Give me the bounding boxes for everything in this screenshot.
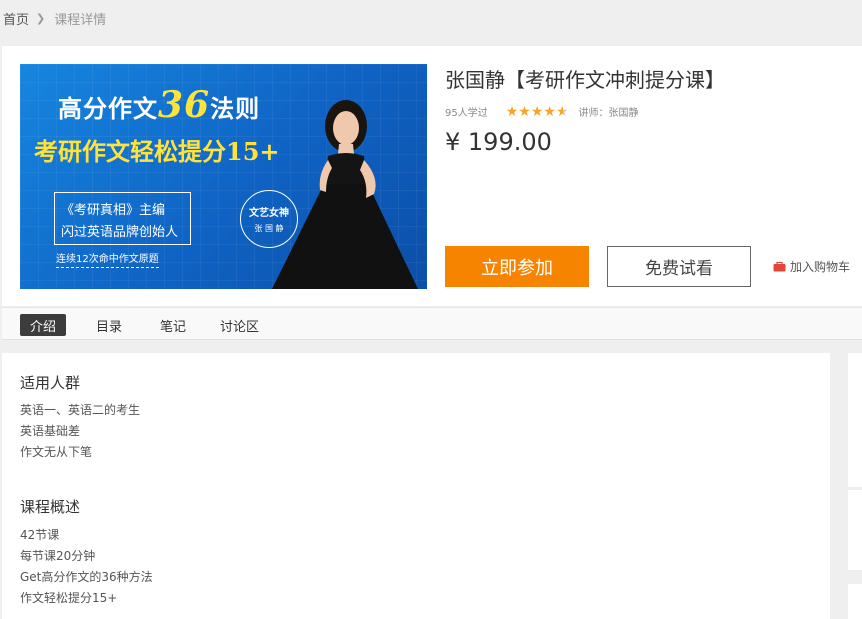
audience-item: 作文无从下笔 bbox=[20, 445, 93, 459]
free-trial-button[interactable]: 免费试看 bbox=[607, 246, 751, 287]
overview-item: Get高分作文的36种方法 bbox=[20, 570, 153, 584]
star-icon: ★ bbox=[543, 103, 556, 120]
chevron-right-icon: ❯ bbox=[36, 12, 46, 25]
cover-tagline: 连续12次命中作文原题 bbox=[56, 250, 159, 268]
cover-headline-number: 36 bbox=[158, 84, 211, 126]
breadcrumb-home-link[interactable]: 首页 bbox=[3, 9, 29, 28]
overview-item: 42节课 bbox=[20, 528, 60, 542]
course-cover-image[interactable]: 高分作文36法则 考研作文轻松提分15+ 《考研真相》主编 闪过英语品牌创始人 … bbox=[20, 64, 427, 289]
teacher-name: 讲师：张国静 bbox=[578, 108, 639, 119]
cover-box-line1: 《考研真相》主编 bbox=[61, 203, 166, 218]
sidebar-panel bbox=[848, 353, 862, 487]
course-price: ¥ 199.00 bbox=[445, 128, 552, 156]
sidebar-panel bbox=[848, 490, 862, 570]
tab-notes[interactable]: 笔记 bbox=[150, 314, 196, 336]
audience-item: 英语基础差 bbox=[20, 424, 81, 438]
cover-box-line2: 闪过英语品牌创始人 bbox=[61, 225, 179, 240]
overview-item: 每节课20分钟 bbox=[20, 549, 96, 563]
star-icon: ★ bbox=[518, 103, 531, 120]
overview-item: 作文轻松提分15+ bbox=[20, 591, 118, 605]
join-now-button[interactable]: 立即参加 bbox=[445, 246, 589, 287]
sidebar-panel bbox=[848, 584, 862, 619]
course-title: 张国静【考研作文冲刺提分课】 bbox=[445, 68, 725, 92]
star-icon: ★ bbox=[505, 103, 519, 120]
add-to-cart-label: 加入购物车 bbox=[790, 260, 851, 274]
cover-subheadline: 考研作文轻松提分15+ bbox=[34, 137, 280, 166]
tab-discussion[interactable]: 讨论区 bbox=[210, 314, 269, 336]
learner-count: 95人学过 bbox=[445, 108, 488, 119]
tab-catalog[interactable]: 目录 bbox=[86, 314, 132, 336]
overview-section-title: 课程概述 bbox=[20, 498, 81, 516]
instructor-photo bbox=[272, 100, 418, 289]
breadcrumb-current: 课程详情 bbox=[54, 13, 107, 28]
star-half-icon: ★ bbox=[555, 103, 569, 120]
tab-intro[interactable]: 介绍 bbox=[20, 314, 67, 336]
breadcrumb: 首页 ❯ 课程详情 bbox=[3, 9, 106, 28]
course-card: 高分作文36法则 考研作文轻松提分15+ 《考研真相》主编 闪过英语品牌创始人 … bbox=[2, 46, 862, 306]
cover-headline-part1: 高分作文 bbox=[58, 94, 158, 123]
audience-section-title: 适用人群 bbox=[20, 374, 81, 392]
rating-stars: ★ ★ ★ ★ ★ bbox=[505, 103, 569, 120]
cart-bag-icon bbox=[773, 261, 786, 272]
star-icon: ★ bbox=[530, 103, 544, 120]
cover-info-box: 《考研真相》主编 闪过英语品牌创始人 bbox=[54, 192, 191, 245]
audience-item: 英语一、英语二的考生 bbox=[20, 403, 141, 417]
course-tabs: 介绍 目录 笔记 讨论区 bbox=[2, 307, 862, 340]
cover-headline-part2: 法则 bbox=[210, 94, 261, 123]
course-meta: 95人学过 ★ ★ ★ ★ ★ 讲师：张国静 bbox=[445, 103, 639, 120]
add-to-cart-link[interactable]: 加入购物车 bbox=[773, 258, 850, 275]
cover-headline: 高分作文36法则 bbox=[58, 84, 260, 126]
course-intro-panel: 适用人群 英语一、英语二的考生 英语基础差 作文无从下笔 课程概述 42节课 每… bbox=[2, 353, 830, 619]
